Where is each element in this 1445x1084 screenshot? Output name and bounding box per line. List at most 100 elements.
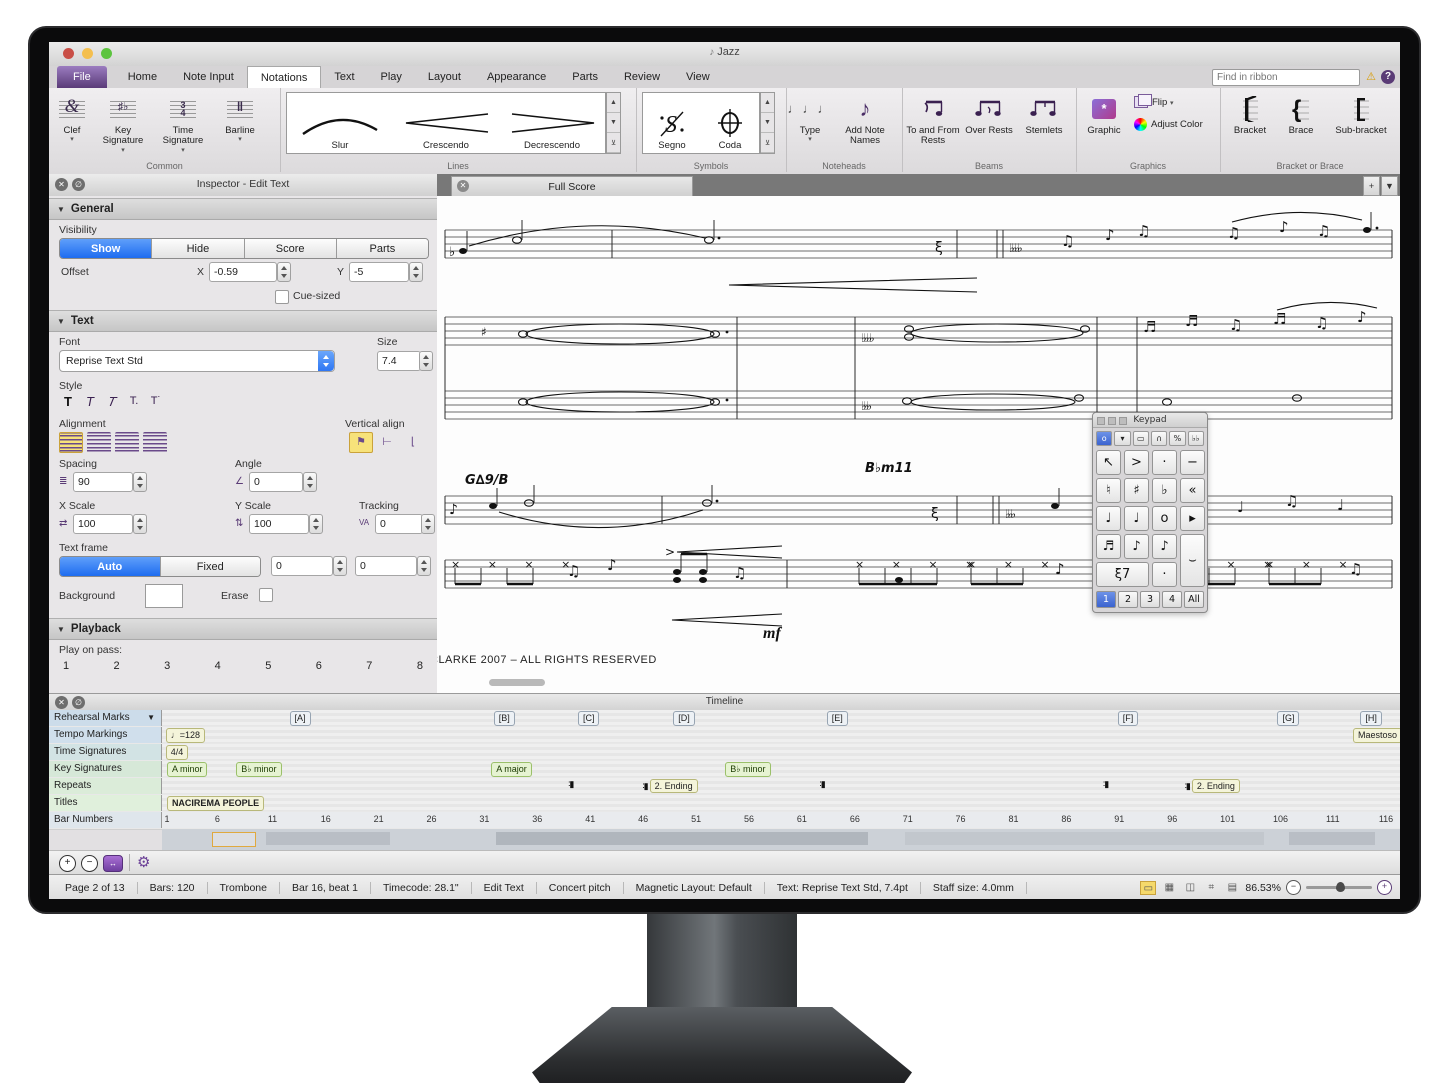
help-icon[interactable]: ? <box>1381 70 1395 84</box>
valign-middle-button[interactable]: ⊢ <box>375 432 399 453</box>
zoom-in-button[interactable]: + <box>1377 880 1392 895</box>
offset-y-field[interactable]: -5 <box>349 262 409 282</box>
timeline-row-label[interactable]: Titles <box>49 795 162 811</box>
add-note-names-button[interactable]: ♪ Add Note Names <box>834 92 896 147</box>
frame-width-stepper[interactable] <box>333 556 347 576</box>
keypad-key[interactable]: ♩ <box>1124 506 1149 531</box>
keypad-key[interactable]: > <box>1124 450 1149 475</box>
ribbon-tab[interactable]: Text <box>321 66 367 88</box>
keypad-page-button[interactable]: 2 <box>1118 591 1138 608</box>
segno-item[interactable]: S Segno <box>643 93 701 153</box>
background-swatch[interactable] <box>145 584 183 608</box>
key-signature-button[interactable]: ♯♭ Key Signature▾ <box>95 92 151 154</box>
text-section-header[interactable]: ▼Text <box>49 310 437 332</box>
tracking-field[interactable]: 0 <box>375 514 423 534</box>
play-pass-number[interactable]: 3 <box>164 660 170 672</box>
rehearsal-mark[interactable]: [G] <box>1277 711 1299 726</box>
style-italic-button[interactable]: T <box>81 392 99 410</box>
playback-section-header[interactable]: ▼Playback <box>49 618 437 640</box>
slur-item[interactable]: Slur <box>287 93 393 153</box>
keypad-key[interactable]: − <box>1180 450 1205 475</box>
keypad-key[interactable]: « <box>1180 478 1205 503</box>
key-signature-item[interactable]: B♭ minor <box>236 762 281 777</box>
ribbon-tab[interactable]: Home <box>115 66 170 88</box>
keypad-key[interactable]: · <box>1152 562 1177 587</box>
timeline-row-label[interactable]: Bar Numbers <box>49 812 162 828</box>
angle-stepper[interactable] <box>303 472 317 492</box>
keypad-page-button[interactable]: 3 <box>1140 591 1160 608</box>
keypad-layout-tab[interactable]: % <box>1169 431 1185 446</box>
style-bold-button[interactable]: T <box>59 392 77 410</box>
style-slant-button[interactable]: T <box>101 392 123 410</box>
view-single-icon[interactable]: ⌗ <box>1203 881 1219 895</box>
score-scrollbar[interactable] <box>489 679 545 686</box>
keypad-page-button[interactable]: All <box>1184 591 1204 608</box>
key-signature-item[interactable]: A major <box>491 762 532 777</box>
general-section-header[interactable]: ▼General <box>49 198 437 220</box>
tempo-marking[interactable]: ♩=128 <box>166 728 205 743</box>
beams-stemlets-button[interactable]: Stemlets <box>1016 92 1072 136</box>
play-pass-number[interactable]: 7 <box>366 660 372 672</box>
zoom-out-button[interactable]: − <box>1286 880 1301 895</box>
play-pass-number[interactable]: 8 <box>417 660 423 672</box>
keypad-key[interactable]: · <box>1152 450 1177 475</box>
keypad-key[interactable]: ▸ <box>1180 506 1205 531</box>
valign-top-button[interactable]: ⚑ <box>349 432 373 453</box>
sub-bracket-button[interactable]: Sub-bracket <box>1328 92 1394 136</box>
keypad-key[interactable]: ξ7 <box>1096 562 1149 587</box>
time-signature-button[interactable]: 34 Time Signature▾ <box>155 92 211 154</box>
keypad-layout-tab[interactable]: ♭♭ <box>1188 431 1204 446</box>
align-right-button[interactable] <box>115 432 139 453</box>
yscale-stepper[interactable] <box>309 514 323 534</box>
spacing-stepper[interactable] <box>133 472 147 492</box>
ribbon-tab[interactable]: File <box>57 66 107 88</box>
timeline-fit-button[interactable]: ↔ <box>103 855 123 872</box>
timeline-row-label[interactable]: Time Signatures <box>49 744 162 760</box>
textframe-option[interactable]: Fixed <box>161 557 261 576</box>
key-signature-item[interactable]: B♭ minor <box>725 762 770 777</box>
graphic-button[interactable]: * Graphic <box>1080 92 1128 136</box>
keypad-key[interactable]: ♬ <box>1096 534 1121 559</box>
view-pages-icon[interactable]: ▦ <box>1161 881 1177 895</box>
font-select-stepper[interactable] <box>318 351 334 371</box>
keypad-key[interactable]: ⌣ <box>1180 534 1205 587</box>
keypad-page-button[interactable]: 4 <box>1162 591 1182 608</box>
ribbon-tab[interactable]: View <box>673 66 723 88</box>
repeat-item[interactable]: ∶▮ <box>819 779 824 790</box>
play-pass-number[interactable]: 1 <box>63 660 69 672</box>
erase-checkbox[interactable] <box>259 588 273 602</box>
beams-to-from-rests-button[interactable]: To and From Rests <box>904 92 962 147</box>
visibility-option[interactable]: Show <box>60 239 152 258</box>
visibility-option[interactable]: Parts <box>337 239 428 258</box>
repeat-item[interactable]: ∶▮2. Ending <box>642 779 697 793</box>
keypad-window[interactable]: Keypad o▾▭∩%♭♭ ↖>·−♮♯♭«♩♩o▸♬♪♪⌣ξ7· 1234A… <box>1092 412 1208 613</box>
timeline-overview[interactable] <box>162 829 1400 851</box>
tab-list-button[interactable]: ▼ <box>1381 176 1398 196</box>
align-left-button[interactable] <box>59 432 83 453</box>
flip-button[interactable]: Flip ▾ <box>1134 96 1173 108</box>
find-in-ribbon-input[interactable] <box>1212 69 1360 86</box>
repeat-item[interactable]: ∶▮ <box>1103 779 1108 790</box>
offset-x-stepper[interactable] <box>277 262 291 282</box>
adjust-color-button[interactable]: Adjust Color <box>1134 118 1203 131</box>
rehearsal-mark[interactable]: [H] <box>1360 711 1382 726</box>
keypad-key[interactable]: ♯ <box>1124 478 1149 503</box>
crescendo-item[interactable]: Crescendo <box>393 93 499 153</box>
symbols-gallery-scrollbar[interactable]: ▲▼⊻ <box>760 92 775 154</box>
align-center-button[interactable] <box>87 432 111 453</box>
valign-bottom-button[interactable]: ⌊ <box>401 432 425 453</box>
xscale-stepper[interactable] <box>133 514 147 534</box>
keypad-titlebar[interactable]: Keypad <box>1093 413 1207 428</box>
spacing-field[interactable]: 90 <box>73 472 133 492</box>
keypad-key[interactable]: ♪ <box>1152 534 1177 559</box>
timeline-zoom-in-button[interactable]: + <box>59 855 76 872</box>
view-panorama-icon[interactable]: ▭ <box>1140 881 1156 895</box>
play-pass-number[interactable]: 6 <box>316 660 322 672</box>
style-subscript-button[interactable]: T. <box>125 392 143 410</box>
coda-item[interactable]: Coda <box>701 93 759 153</box>
angle-field[interactable]: 0 <box>249 472 303 492</box>
rehearsal-mark[interactable]: [E] <box>827 711 848 726</box>
keypad-key[interactable]: ↖ <box>1096 450 1121 475</box>
keypad-page-button[interactable]: 1 <box>1096 591 1116 608</box>
style-superscript-button[interactable]: T˙ <box>147 392 165 410</box>
